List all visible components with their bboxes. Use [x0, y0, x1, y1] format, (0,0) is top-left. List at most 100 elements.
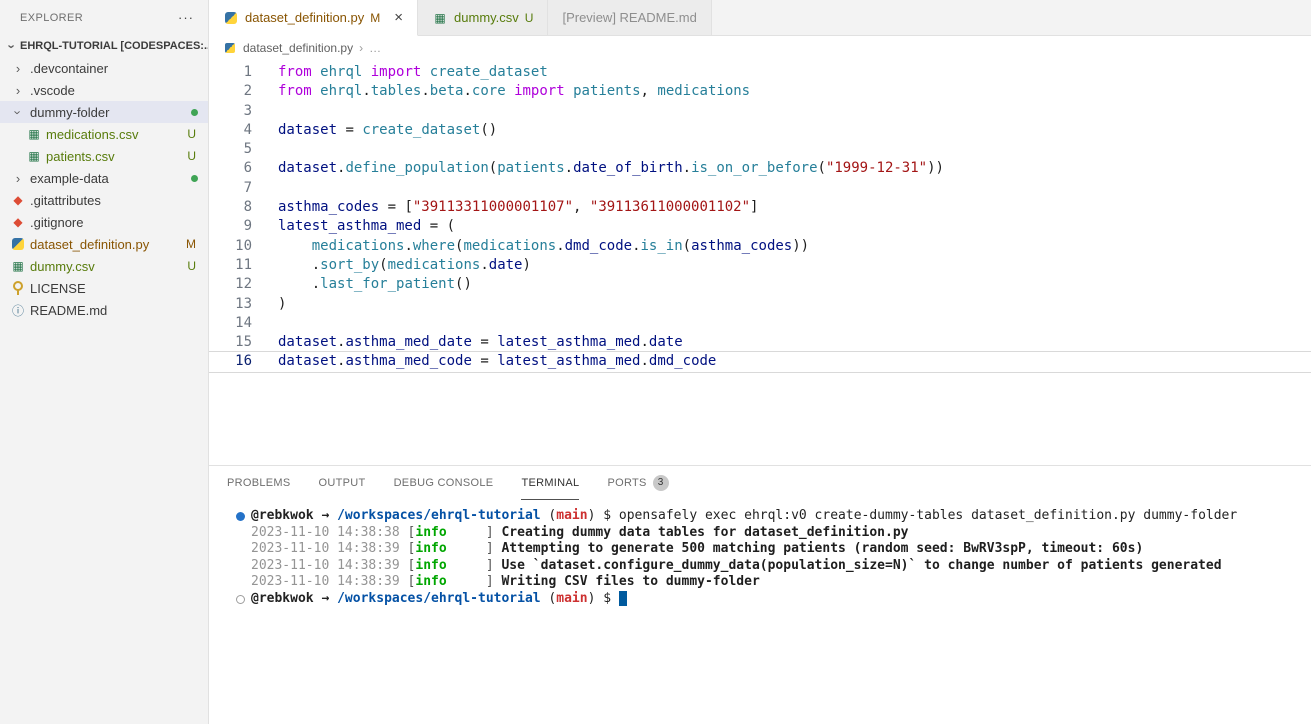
- terminal-text: /workspaces/ehrql-tutorial: [337, 508, 541, 523]
- changes-dot-icon: [191, 109, 198, 116]
- file-label: medications.csv: [46, 127, 138, 142]
- python-icon: [223, 41, 237, 55]
- code-token: dmd_code: [565, 238, 632, 254]
- terminal-cursor: [619, 591, 627, 606]
- line-number: 10: [209, 237, 252, 256]
- code-token: "1999-12-31": [826, 160, 927, 176]
- python-icon: [10, 236, 26, 252]
- code-token: from: [278, 83, 312, 99]
- code-token: last_for_patient: [320, 276, 455, 292]
- line-content: dataset.asthma_med_code = latest_asthma_…: [252, 352, 716, 371]
- code-line[interactable]: 14: [209, 314, 1311, 333]
- line-content: ): [252, 295, 286, 314]
- git-icon: ◆: [10, 192, 26, 208]
- code-line[interactable]: 6dataset.define_population(patients.date…: [209, 159, 1311, 178]
- code-line[interactable]: 16dataset.asthma_med_code = latest_asthm…: [209, 352, 1311, 371]
- tab-dummy-csv[interactable]: ▦dummy.csvU: [418, 0, 548, 36]
- tree-item-vscode[interactable]: ›.vscode: [0, 79, 208, 101]
- code-token: ]: [750, 199, 758, 215]
- terminal-text: Use `dataset.configure_dummy_data(popula…: [501, 558, 1221, 573]
- code-line[interactable]: 9latest_asthma_med = (: [209, 217, 1311, 236]
- line-content: [252, 179, 278, 198]
- tree-item-dataset-definition-py[interactable]: dataset_definition.pyM: [0, 233, 208, 255]
- code-token: date_of_birth: [573, 160, 683, 176]
- workspace-section-header[interactable]: › EHRQL-TUTORIAL [CODESPACES:...: [0, 35, 208, 57]
- tree-item-license[interactable]: LICENSE: [0, 277, 208, 299]
- file-label: .devcontainer: [30, 61, 108, 76]
- terminal-text: ) $: [588, 591, 619, 606]
- tree-item-gitignore[interactable]: ◆ .gitignore: [0, 211, 208, 233]
- tab-dataset-definition-py[interactable]: dataset_definition.pyM×: [209, 0, 418, 36]
- code-token: dataset: [278, 334, 337, 350]
- terminal[interactable]: @rebkwok → /workspaces/ehrql-tutorial (m…: [209, 500, 1311, 607]
- terminal-text: info: [415, 525, 446, 540]
- code-line[interactable]: 4dataset = create_dataset(): [209, 121, 1311, 140]
- code-line[interactable]: 2from ehrql.tables.beta.core import pati…: [209, 82, 1311, 101]
- code-editor[interactable]: 1from ehrql import create_dataset2from e…: [209, 60, 1311, 466]
- code-area[interactable]: 1from ehrql import create_dataset2from e…: [209, 60, 1311, 372]
- breadcrumb[interactable]: dataset_definition.py › …: [209, 36, 1311, 60]
- code-line[interactable]: 12 .last_for_patient(): [209, 275, 1311, 294]
- tree-item-medications-csv[interactable]: ▦medications.csvU: [0, 123, 208, 145]
- tree-item-patients-csv[interactable]: ▦patients.csvU: [0, 145, 208, 167]
- tree-item-gitattributes[interactable]: ◆.gitattributes: [0, 189, 208, 211]
- panel-tab-terminal[interactable]: TERMINAL: [521, 466, 579, 500]
- code-token: (: [489, 160, 497, 176]
- explorer-header: EXPLORER ···: [0, 0, 208, 35]
- line-content: from ehrql import create_dataset: [252, 63, 548, 82]
- python-icon: [223, 10, 239, 26]
- tab-preview-readme-md[interactable]: [Preview] README.md: [548, 0, 711, 36]
- code-token: sort_by: [320, 257, 379, 273]
- line-content: [252, 140, 278, 159]
- panel-tab-ports[interactable]: PORTS3: [607, 466, 668, 500]
- csv-icon: ▦: [26, 148, 42, 164]
- code-line[interactable]: 8asthma_codes = ["39113311000001107", "3…: [209, 198, 1311, 217]
- line-content: from ehrql.tables.beta.core import patie…: [252, 82, 750, 101]
- line-content: medications.where(medications.dmd_code.i…: [252, 237, 809, 256]
- code-line[interactable]: 5: [209, 140, 1311, 159]
- panel-tab-output[interactable]: OUTPUT: [319, 466, 366, 500]
- license-icon: [10, 280, 26, 296]
- code-token: is_in: [641, 238, 683, 254]
- code-token: is_on_or_before: [691, 160, 817, 176]
- tree-item-dummy-csv[interactable]: ▦dummy.csvU: [0, 255, 208, 277]
- code-token: medications: [657, 83, 750, 99]
- terminal-text: main: [556, 508, 587, 523]
- terminal-text: ]: [447, 541, 502, 556]
- tree-item-readme-md[interactable]: ⓘREADME.md: [0, 299, 208, 321]
- code-line[interactable]: 15dataset.asthma_med_date = latest_asthm…: [209, 333, 1311, 352]
- tree-item-example-data[interactable]: ›example-data: [0, 167, 208, 189]
- breadcrumb-file[interactable]: dataset_definition.py: [243, 41, 353, 55]
- file-label: LICENSE: [30, 281, 86, 296]
- code-line[interactable]: 1from ehrql import create_dataset: [209, 63, 1311, 82]
- breadcrumb-more[interactable]: …: [369, 41, 381, 55]
- file-label: .gitignore: [30, 215, 83, 230]
- code-token: [565, 83, 573, 99]
- code-line[interactable]: 13): [209, 295, 1311, 314]
- code-token: ,: [641, 83, 658, 99]
- changes-dot-icon: [191, 175, 198, 182]
- code-line[interactable]: 7: [209, 179, 1311, 198]
- close-icon[interactable]: ×: [394, 10, 403, 25]
- panel-tab-problems[interactable]: PROBLEMS: [227, 466, 291, 500]
- code-line[interactable]: 11 .sort_by(medications.date): [209, 256, 1311, 275]
- terminal-text: info: [415, 574, 446, 589]
- line-content: asthma_codes = ["39113311000001107", "39…: [252, 198, 758, 217]
- panel-tab-debug-console[interactable]: DEBUG CONSOLE: [394, 466, 494, 500]
- terminal-text: ]: [447, 574, 502, 589]
- code-line[interactable]: 10 medications.where(medications.dmd_cod…: [209, 237, 1311, 256]
- terminal-text: info: [415, 558, 446, 573]
- line-content: [252, 314, 278, 333]
- git-icon: ◆: [10, 214, 26, 230]
- code-token: asthma_codes: [691, 238, 792, 254]
- chevron-down-icon: ›: [5, 38, 20, 54]
- code-line[interactable]: 3: [209, 102, 1311, 121]
- terminal-text: Writing CSV files to dummy-folder: [501, 574, 759, 589]
- code-token: medications: [312, 238, 405, 254]
- csv-icon: ▦: [10, 258, 26, 274]
- tree-item-dummy-folder[interactable]: ›dummy-folder: [0, 101, 208, 123]
- terminal-text: info: [415, 541, 446, 556]
- code-token: beta: [430, 83, 464, 99]
- more-actions-icon[interactable]: ···: [178, 10, 194, 25]
- tree-item-devcontainer[interactable]: ›.devcontainer: [0, 57, 208, 79]
